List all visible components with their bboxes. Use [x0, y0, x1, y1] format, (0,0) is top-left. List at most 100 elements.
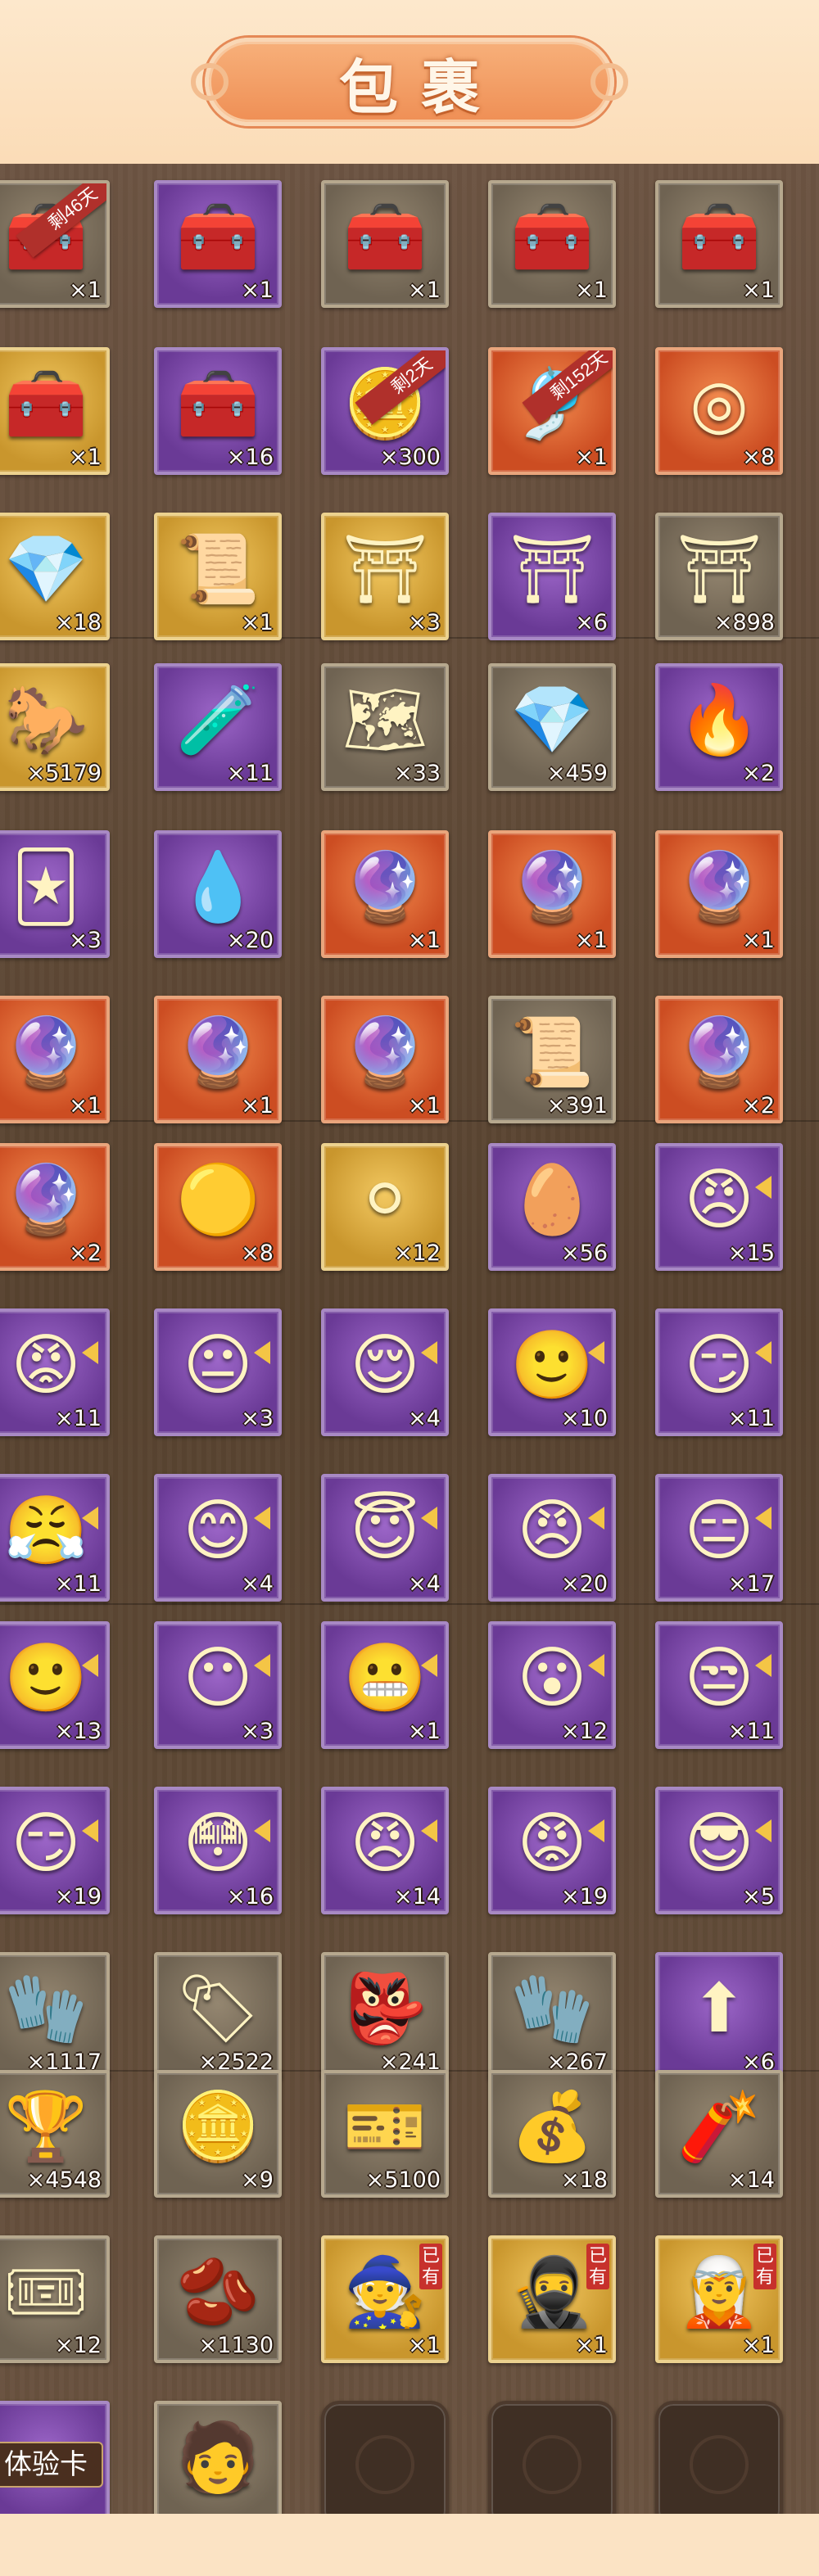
inventory-slot[interactable]: 🎟 ×12 [0, 2235, 110, 2363]
inventory-slot[interactable]: ⚪ ×12 [321, 1143, 449, 1271]
inventory-slot[interactable]: 😠 ×15 [655, 1143, 783, 1271]
inventory-slot[interactable]: 🔮 ×2 [0, 1143, 110, 1271]
inventory-slot[interactable]: 🔥 ×2 [655, 663, 783, 791]
inventory-slot[interactable]: 🐎 ×5179 [0, 663, 110, 791]
inventory-slot[interactable]: 🧪 ×11 [154, 663, 282, 791]
inventory-slot[interactable]: 😊 ×4 [154, 1474, 282, 1602]
inventory-slot[interactable]: 🥚 ×56 [488, 1143, 616, 1271]
inventory-slot[interactable]: 🙂 ×13 [0, 1621, 110, 1749]
inventory-slot[interactable]: 🧰 ×1 [655, 180, 783, 308]
inventory-slot[interactable]: 🔮 ×1 [154, 996, 282, 1123]
item-count: ×6 [575, 610, 608, 635]
inventory-slot[interactable]: 🪙剩2天×300 [321, 347, 449, 475]
item-count: ×12 [561, 1719, 608, 1744]
scroll-fragment-icon: 📜 [509, 1014, 595, 1091]
inventory-slot[interactable]: 😠 ×20 [488, 1474, 616, 1602]
inventory-slot[interactable]: 🃏 ×3 [0, 830, 110, 958]
inventory-slot[interactable]: 🔮 ×1 [488, 830, 616, 958]
hero-shard-icon: 😑 [684, 1492, 754, 1570]
item-count: ×2 [742, 761, 775, 786]
inventory-slot[interactable]: 😒 ×11 [655, 1621, 783, 1749]
inventory-slot[interactable]: 📜 ×1 [154, 513, 282, 640]
inventory-slot[interactable]: 体验卡 [0, 2401, 110, 2514]
inventory-slot[interactable]: 😡 ×19 [488, 1787, 616, 1914]
hero-orb-warrior-icon: 🔮 [509, 848, 595, 926]
inventory-slot[interactable]: 😐 ×3 [154, 1308, 282, 1436]
inventory-slot[interactable]: 🔮 ×1 [321, 996, 449, 1123]
inventory-slot[interactable]: 🔮 ×1 [321, 830, 449, 958]
item-count: ×10 [561, 1406, 608, 1431]
title-banner: 包裹 [191, 38, 628, 126]
inventory-slot[interactable]: 🥷 已有 ×1 [488, 2235, 616, 2363]
inventory-slot[interactable]: 😡 ×11 [0, 1308, 110, 1436]
inventory-slot[interactable]: 🗺 ×33 [321, 663, 449, 791]
empty-slot[interactable] [655, 2401, 783, 2514]
map-fragment-icon: 🗺 [342, 681, 428, 759]
inventory-slot[interactable]: 😮 ×12 [488, 1621, 616, 1749]
inventory-slot[interactable]: 🧰 ×1 [488, 180, 616, 308]
flame-badge-icon: 🔥 [676, 681, 762, 759]
inventory-slot[interactable]: 😠 ×14 [321, 1787, 449, 1914]
inventory-slot[interactable]: 😇 ×4 [321, 1474, 449, 1602]
inventory-slot[interactable]: 😶 ×3 [154, 1621, 282, 1749]
inventory-slot[interactable]: ◎ ×8 [655, 347, 783, 475]
inventory-slot[interactable]: 😏 ×19 [0, 1787, 110, 1914]
inventory-slot[interactable]: 🧰剩46天×1 [0, 180, 110, 308]
hero-shard-icon: 😌 [350, 1326, 420, 1404]
inventory-slot[interactable]: 🧰 ×1 [321, 180, 449, 308]
hero-orb-green-icon: 🔮 [676, 1014, 762, 1091]
inventory-slot[interactable]: 😏 ×11 [655, 1308, 783, 1436]
inventory-slot[interactable]: 🪙 ×9 [154, 2070, 282, 2198]
inventory-slot[interactable]: 🧙 已有 ×1 [321, 2235, 449, 2363]
inventory-slot[interactable]: ⛩ ×898 [655, 513, 783, 640]
inventory-slot[interactable]: 🧝 已有 ×1 [655, 2235, 783, 2363]
right-curl-ornament-icon [590, 63, 628, 101]
white-pearl-icon: ⚪ [356, 1161, 414, 1239]
item-count: ×16 [227, 1884, 274, 1909]
inventory-slot[interactable]: 🎐剩152天×1 [488, 347, 616, 475]
inventory-slot[interactable]: 🟡 ×8 [154, 1143, 282, 1271]
inventory-slot[interactable]: 🧰 ×16 [154, 347, 282, 475]
inventory-slot[interactable]: 🧰 ×1 [154, 180, 282, 308]
inventory-slot[interactable]: ⬆ ×6 [655, 1952, 783, 2080]
shard-marker-icon [254, 1507, 270, 1530]
hero-shard-icon: 😏 [684, 1326, 754, 1404]
inventory-slot[interactable]: ⛩ ×6 [488, 513, 616, 640]
inventory-slot[interactable]: 🧰 ×1 [0, 347, 110, 475]
inventory-slot[interactable]: 📜 ×391 [488, 996, 616, 1123]
empty-slot[interactable] [488, 2401, 616, 2514]
inventory-slot[interactable]: 🧤 ×1117 [0, 1952, 110, 2080]
shard-marker-icon [755, 1341, 771, 1364]
shard-marker-icon [82, 1819, 98, 1842]
inventory-slot[interactable]: 🧤 ×267 [488, 1952, 616, 2080]
inventory-slot[interactable]: 😌 ×4 [321, 1308, 449, 1436]
inventory-slot[interactable]: 🎫 ×5100 [321, 2070, 449, 2198]
inventory-slot[interactable]: 🫘 ×1130 [154, 2235, 282, 2363]
shard-marker-icon [254, 1654, 270, 1677]
inventory-slot[interactable]: 😳 ×16 [154, 1787, 282, 1914]
inventory-slot[interactable]: 🧨 ×14 [655, 2070, 783, 2198]
item-count: ×1 [742, 928, 775, 953]
inventory-slot[interactable]: 🙂 ×10 [488, 1308, 616, 1436]
inventory-slot[interactable]: 💰 ×18 [488, 2070, 616, 2198]
empty-slot[interactable] [321, 2401, 449, 2514]
inventory-slot[interactable]: 🏆 ×4548 [0, 2070, 110, 2198]
hero-orb-general-icon: 🔮 [175, 1014, 260, 1091]
inventory-slot[interactable]: 🧑 [154, 2401, 282, 2514]
inventory-slot[interactable]: 🔮 ×2 [655, 996, 783, 1123]
inventory-slot[interactable]: 😤 ×11 [0, 1474, 110, 1602]
inventory-slot[interactable]: 🔮 ×1 [655, 830, 783, 958]
inventory-slot[interactable]: 👺 ×241 [321, 1952, 449, 2080]
inventory-slot[interactable]: 🏷 ×2522 [154, 1952, 282, 2080]
item-count: ×18 [561, 2167, 608, 2193]
inventory-slot[interactable]: 💎 ×459 [488, 663, 616, 791]
inventory-slot[interactable]: ⛩ ×3 [321, 513, 449, 640]
inventory-slot[interactable]: 💎 ×18 [0, 513, 110, 640]
hero-shard-icon: 😡 [517, 1805, 587, 1882]
inventory-slot[interactable]: 😎 ×5 [655, 1787, 783, 1914]
inventory-slot[interactable]: 💧 ×20 [154, 830, 282, 958]
inventory-slot[interactable]: 😑 ×17 [655, 1474, 783, 1602]
inventory-slot[interactable]: 🔮 ×1 [0, 996, 110, 1123]
inventory-slot[interactable]: 😬 ×1 [321, 1621, 449, 1749]
blue-scroll-token-icon: 🎟 [2, 2253, 89, 2331]
